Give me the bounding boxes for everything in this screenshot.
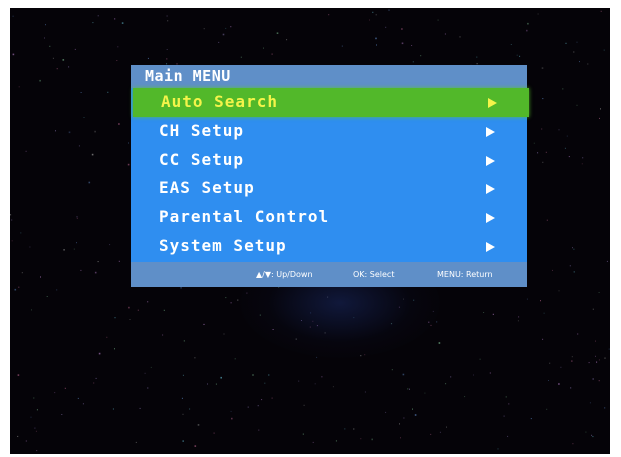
tv-screen: Main MENU Auto Search CH Setup CC Setup … [10,8,610,454]
main-menu: Main MENU Auto Search CH Setup CC Setup … [131,65,529,287]
menu-item-eas-setup[interactable]: EAS Setup [131,174,527,203]
menu-item-cc-setup[interactable]: CC Setup [131,146,527,175]
menu-item-label: CC Setup [159,149,245,169]
hint-menu: MENU: Return [437,270,493,279]
right-arrow-icon [488,98,497,108]
menu-item-label: EAS Setup [159,178,255,198]
menu-item-system-setup[interactable]: System Setup [131,232,527,261]
menu-item-label: System Setup [159,235,287,255]
menu-item-label: Parental Control [159,207,330,227]
right-arrow-icon [486,155,495,166]
right-arrow-icon [486,184,495,195]
key-hint-bar: ▲/▼: Up/Down OK: Select MENU: Return [131,262,527,287]
menu-item-ch-setup[interactable]: CH Setup [131,117,527,146]
right-arrow-icon [486,213,495,224]
menu-item-label: Auto Search [161,92,278,111]
menu-item-label: CH Setup [159,120,245,140]
right-arrow-icon [486,241,495,252]
hint-ok: OK: Select [353,270,395,279]
hint-navigate: ▲/▼: Up/Down [256,270,313,279]
menu-item-parental-control[interactable]: Parental Control [131,203,527,232]
menu-title: Main MENU [131,65,527,88]
menu-item-auto-search[interactable]: Auto Search [133,88,529,117]
right-arrow-icon [486,126,495,137]
